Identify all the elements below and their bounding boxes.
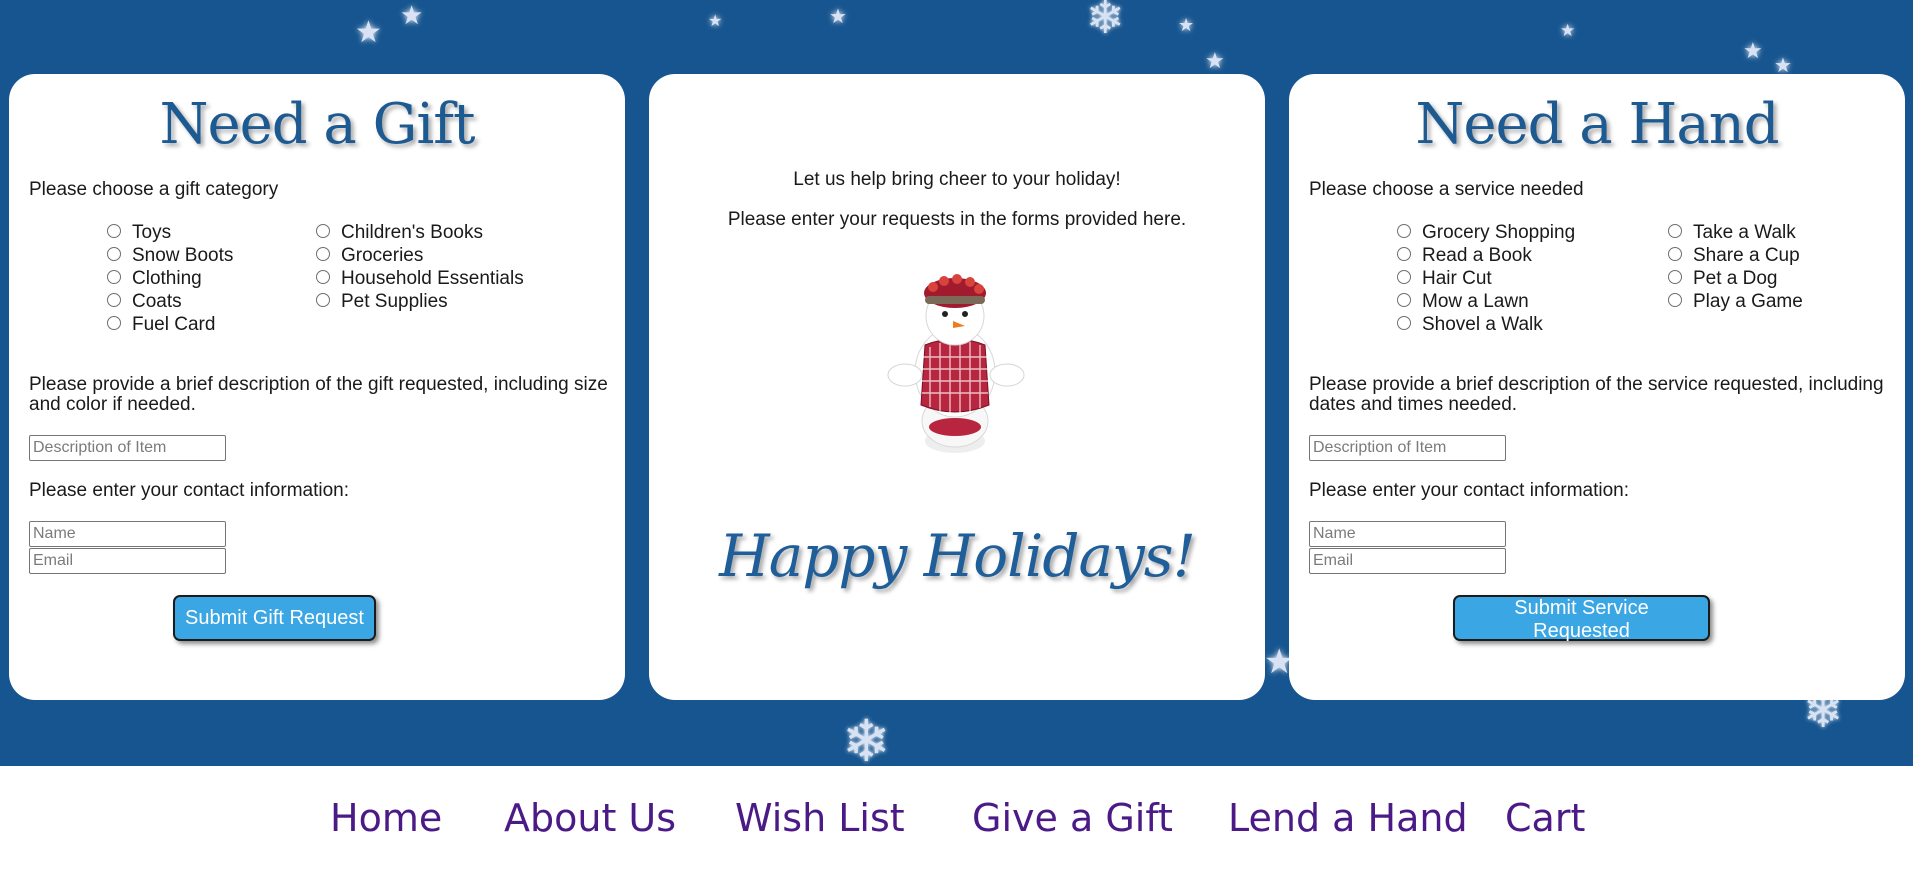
gift-option-fuel-card[interactable]: Fuel Card	[107, 313, 233, 336]
gift-email-input[interactable]	[29, 548, 226, 574]
service-option-take-a-walk[interactable]: Take a Walk	[1668, 221, 1803, 244]
snowflake-icon: ❄	[1086, 0, 1125, 43]
nav-home[interactable]: Home	[330, 796, 442, 840]
service-option-mow-a-lawn[interactable]: Mow a Lawn	[1397, 290, 1575, 313]
service-email-input[interactable]	[1309, 548, 1506, 574]
star-icon: ★	[400, 0, 424, 30]
instructions-message: Please enter your requests in the forms …	[727, 209, 1187, 230]
service-description-input[interactable]	[1309, 435, 1506, 461]
service-prompt: Please choose a service needed	[1309, 179, 1584, 200]
radio-button[interactable]	[1397, 223, 1411, 238]
gift-option-toys[interactable]: Toys	[107, 221, 233, 244]
gift-category-column-1: Toys Snow Boots Clothing Coats Fuel Card	[107, 221, 233, 336]
radio-button[interactable]	[1397, 269, 1411, 284]
gift-description-prompt: Please provide a brief description of th…	[29, 374, 608, 415]
gift-request-card: Need a Gift Please choose a gift categor…	[9, 74, 625, 700]
service-name-input[interactable]	[1309, 521, 1506, 547]
star-icon: ★	[1774, 55, 1792, 77]
main-navigation: Home About Us Wish List Give a Gift Lend…	[0, 766, 1913, 882]
service-column-2: Take a Walk Share a Cup Pet a Dog Play a…	[1668, 221, 1803, 313]
service-option-share-a-cup[interactable]: Share a Cup	[1668, 244, 1803, 267]
nav-lend-a-hand[interactable]: Lend a Hand	[1228, 796, 1468, 840]
radio-button[interactable]	[1668, 223, 1682, 238]
star-icon: ★	[829, 6, 847, 28]
service-option-shovel-a-walk[interactable]: Shovel a Walk	[1397, 313, 1575, 336]
radio-button[interactable]	[316, 292, 330, 307]
service-description-prompt: Please provide a brief description of th…	[1309, 374, 1884, 415]
gift-category-prompt: Please choose a gift category	[29, 179, 279, 200]
gift-option-clothing[interactable]: Clothing	[107, 267, 233, 290]
radio-button[interactable]	[107, 246, 121, 261]
gift-option-coats[interactable]: Coats	[107, 290, 233, 313]
nav-cart[interactable]: Cart	[1505, 796, 1585, 840]
radio-button[interactable]	[1397, 246, 1411, 261]
service-option-read-a-book[interactable]: Read a Book	[1397, 244, 1575, 267]
gift-card-title: Need a Gift	[159, 92, 476, 157]
service-request-card: Need a Hand Please choose a service need…	[1289, 74, 1905, 700]
radio-button[interactable]	[316, 223, 330, 238]
submit-gift-request-button[interactable]: Submit Gift Request	[173, 595, 376, 641]
hero-section: ★ ★ ★ ★ ★ ★ ★ ★ ★ ★ ❄ ❄ ❄ Need a Gift Pl…	[0, 0, 1913, 766]
gift-option-pet-supplies[interactable]: Pet Supplies	[316, 290, 524, 313]
gift-option-groceries[interactable]: Groceries	[316, 244, 524, 267]
happy-holidays-greeting: Happy Holidays!	[719, 522, 1196, 590]
gift-option-household-essentials[interactable]: Household Essentials	[316, 267, 524, 290]
radio-button[interactable]	[1668, 246, 1682, 261]
nav-give-a-gift[interactable]: Give a Gift	[972, 796, 1173, 840]
star-icon: ★	[1205, 48, 1225, 73]
star-icon: ★	[1743, 38, 1763, 63]
star-icon: ★	[1560, 21, 1576, 40]
snowman-illustration	[887, 274, 1025, 453]
radio-button[interactable]	[1668, 292, 1682, 307]
service-option-grocery-shopping[interactable]: Grocery Shopping	[1397, 221, 1575, 244]
holiday-message-card: Let us help bring cheer to your holiday!…	[649, 74, 1265, 700]
radio-button[interactable]	[1668, 269, 1682, 284]
radio-button[interactable]	[107, 292, 121, 307]
gift-option-snow-boots[interactable]: Snow Boots	[107, 244, 233, 267]
cheer-message: Let us help bring cheer to your holiday!	[793, 169, 1121, 190]
star-icon: ★	[708, 13, 723, 30]
star-icon: ★	[1178, 15, 1195, 35]
service-option-pet-a-dog[interactable]: Pet a Dog	[1668, 267, 1803, 290]
service-contact-prompt: Please enter your contact information:	[1309, 480, 1630, 501]
star-icon: ★	[355, 16, 382, 49]
snowflake-icon: ❄	[842, 709, 891, 767]
service-option-hair-cut[interactable]: Hair Cut	[1397, 267, 1575, 290]
gift-category-column-2: Children's Books Groceries Household Ess…	[316, 221, 524, 313]
hand-card-title: Need a Hand	[1415, 92, 1779, 157]
radio-button[interactable]	[107, 315, 121, 330]
radio-button[interactable]	[316, 269, 330, 284]
nav-wish-list[interactable]: Wish List	[735, 796, 905, 840]
radio-button[interactable]	[316, 246, 330, 261]
radio-button[interactable]	[107, 223, 121, 238]
service-column-1: Grocery Shopping Read a Book Hair Cut Mo…	[1397, 221, 1575, 336]
gift-option-childrens-books[interactable]: Children's Books	[316, 221, 524, 244]
radio-button[interactable]	[1397, 292, 1411, 307]
radio-button[interactable]	[107, 269, 121, 284]
radio-button[interactable]	[1397, 315, 1411, 330]
service-option-play-a-game[interactable]: Play a Game	[1668, 290, 1803, 313]
gift-name-input[interactable]	[29, 521, 226, 547]
gift-contact-prompt: Please enter your contact information:	[29, 480, 350, 501]
submit-service-request-button[interactable]: Submit Service Requested	[1453, 595, 1710, 642]
nav-about-us[interactable]: About Us	[504, 796, 676, 840]
gift-description-input[interactable]	[29, 435, 226, 461]
